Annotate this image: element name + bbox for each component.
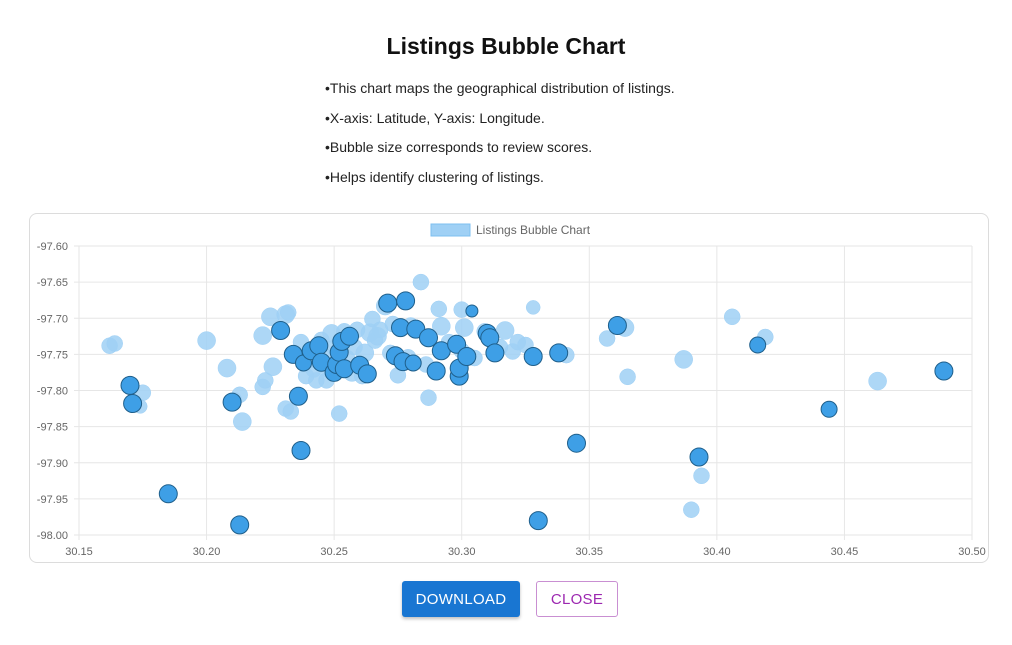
x-tick-label: 30.15 — [65, 546, 93, 558]
x-tick-label: 30.45 — [831, 546, 859, 558]
x-tick-label: 30.35 — [576, 546, 604, 558]
bubble-point — [197, 331, 216, 350]
y-tick-label: -97.65 — [37, 277, 68, 289]
legend[interactable]: Listings Bubble Chart — [430, 223, 591, 237]
bubble-point — [230, 515, 250, 535]
y-tick-label: -97.80 — [37, 386, 68, 398]
bubble-point — [279, 304, 297, 321]
bubble-point — [426, 361, 446, 381]
grid — [74, 245, 973, 540]
bubble-point — [693, 467, 710, 485]
bubble-point — [271, 321, 291, 340]
bubble-point — [396, 291, 416, 311]
bubble-point — [465, 304, 479, 318]
chart-container: 30.15 30.20 30.25 30.30 30.35 30.40 30.45 30.50… — [29, 213, 989, 563]
bubble-point — [123, 394, 143, 413]
bubble-point — [549, 343, 569, 363]
bubble-point — [106, 335, 123, 352]
bubble-point — [263, 357, 283, 376]
bubble-point — [412, 273, 430, 291]
bubble-chart: 30.15 30.20 30.25 30.30 30.35 30.40 30.45 30.50… — [37, 223, 986, 558]
bubble-point — [567, 433, 586, 453]
chart-title: Listings Bubble Chart — [386, 33, 626, 59]
bubble-point — [430, 300, 448, 318]
bubble-point — [457, 347, 477, 366]
description-item: X-axis: Latitude, Y-axis: Longitude. — [325, 110, 675, 127]
y-tick-label: -97.90 — [37, 458, 68, 470]
description-item: Helps identify clustering of listings. — [325, 169, 675, 186]
x-tick-label: 30.50 — [958, 546, 986, 558]
bubble-point — [288, 386, 308, 406]
bubble-point — [330, 405, 348, 422]
bubble-point — [233, 412, 252, 431]
bubble-point — [607, 316, 627, 335]
bubble-point — [934, 361, 954, 381]
y-tick-label: -97.70 — [37, 313, 68, 325]
bubble-point — [868, 371, 887, 391]
bubble-point — [820, 400, 838, 418]
y-tick-label: -97.75 — [37, 349, 68, 361]
description-item: Bubble size corresponds to review scores… — [325, 139, 675, 156]
bubble-point — [749, 336, 767, 354]
y-tick-label: -98.00 — [37, 530, 68, 542]
x-tick-label: 30.30 — [448, 546, 476, 558]
bubble-point — [683, 501, 700, 518]
bubble-point — [455, 318, 474, 337]
x-tick-label: 30.20 — [193, 546, 221, 558]
description-item: This chart maps the geographical distrib… — [325, 80, 675, 97]
bubble-point — [420, 389, 437, 406]
legend-swatch — [430, 223, 471, 237]
bubble-point — [525, 300, 541, 315]
data-points — [101, 273, 954, 535]
bubble-point — [340, 326, 359, 346]
y-tick-label: -97.85 — [37, 422, 68, 434]
bubble-point — [357, 364, 377, 384]
bubble-point — [485, 343, 505, 363]
bubble-point — [619, 368, 636, 386]
bubble-point — [120, 375, 140, 395]
close-button[interactable]: CLOSE — [536, 581, 618, 617]
bubble-point — [309, 336, 329, 356]
bubble-point — [253, 326, 272, 345]
bubble-point — [158, 484, 178, 504]
download-button[interactable]: DOWNLOAD — [402, 581, 520, 617]
bubble-point — [282, 403, 300, 420]
chart-description: This chart maps the geographical distrib… — [325, 80, 675, 198]
bubble-point — [217, 358, 237, 378]
bubble-point — [222, 392, 242, 412]
x-tick-label: 30.25 — [320, 546, 348, 558]
y-tick-label: -97.95 — [37, 494, 68, 506]
bubble-point — [723, 308, 741, 326]
y-tick-label: -97.60 — [37, 241, 68, 253]
legend-label: Listings Bubble Chart — [476, 223, 591, 237]
bubble-point — [674, 350, 693, 369]
bubble-point — [689, 447, 709, 467]
bubble-point — [291, 441, 311, 460]
axis-ticks: 30.15 30.20 30.25 30.30 30.35 30.40 30.45 30.50… — [37, 241, 986, 558]
bubble-point — [528, 511, 548, 531]
x-tick-label: 30.40 — [703, 546, 731, 558]
bubble-point — [404, 354, 422, 372]
bubble-point — [523, 347, 543, 366]
bubble-point — [378, 293, 398, 313]
